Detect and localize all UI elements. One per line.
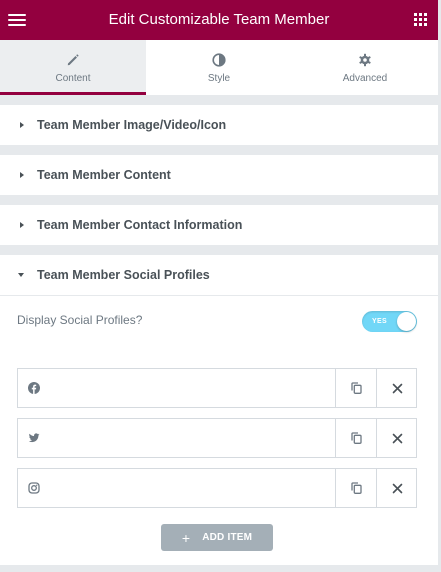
- close-icon: [392, 433, 402, 443]
- tab-style-label: Style: [207, 73, 231, 84]
- duplicate-button[interactable]: [335, 469, 376, 507]
- remove-button[interactable]: [376, 369, 417, 407]
- gear-icon: [292, 53, 438, 67]
- pencil-icon: [0, 53, 146, 67]
- social-profiles-panel: Display Social Profiles? YES + ADD ITEM: [0, 295, 438, 565]
- section-social-profiles[interactable]: Team Member Social Profiles: [0, 255, 438, 295]
- tab-content[interactable]: Content: [0, 40, 146, 95]
- remove-button[interactable]: [376, 419, 417, 457]
- panel-tabs: Content Style Advanced: [0, 40, 438, 95]
- toggle-knob: [397, 312, 416, 331]
- toggle-yes-label: YES: [372, 318, 387, 325]
- section-title: Team Member Social Profiles: [37, 268, 210, 282]
- caret-right-icon: [20, 122, 24, 128]
- half-circle-icon: [146, 53, 292, 67]
- panel-title: Edit Customizable Team Member: [108, 11, 330, 28]
- duplicate-icon: [350, 382, 362, 394]
- repeater-item-title[interactable]: [18, 469, 335, 507]
- instagram-icon: [28, 482, 40, 494]
- repeater-item-title[interactable]: [18, 419, 335, 457]
- caret-right-icon: [20, 172, 24, 178]
- section-image-video-icon[interactable]: Team Member Image/Video/Icon: [0, 105, 438, 145]
- repeater-item-instagram: [17, 468, 417, 508]
- editor-header: Edit Customizable Team Member: [0, 0, 438, 40]
- duplicate-button[interactable]: [335, 369, 376, 407]
- add-item-button[interactable]: + ADD ITEM: [161, 524, 273, 551]
- close-icon: [392, 383, 402, 393]
- duplicate-icon: [350, 432, 362, 444]
- close-icon: [392, 483, 402, 493]
- section-title: Team Member Content: [37, 168, 171, 182]
- duplicate-button[interactable]: [335, 419, 376, 457]
- section-title: Team Member Contact Information: [37, 218, 243, 232]
- facebook-icon: [28, 382, 40, 394]
- duplicate-icon: [350, 482, 362, 494]
- tab-advanced[interactable]: Advanced: [292, 40, 438, 95]
- section-contact-information[interactable]: Team Member Contact Information: [0, 205, 438, 245]
- caret-right-icon: [20, 222, 24, 228]
- plus-icon: +: [181, 529, 191, 546]
- caret-down-icon: [18, 273, 24, 277]
- display-social-profiles-label: Display Social Profiles?: [17, 313, 143, 327]
- twitter-icon: [28, 433, 40, 443]
- repeater-item-twitter: [17, 418, 417, 458]
- tab-style[interactable]: Style: [146, 40, 292, 95]
- display-social-profiles-toggle[interactable]: YES: [362, 311, 417, 332]
- grid-apps-icon[interactable]: [414, 13, 427, 26]
- tab-advanced-label: Advanced: [342, 73, 388, 84]
- add-item-label: ADD ITEM: [202, 532, 253, 543]
- tab-content-label: Content: [55, 73, 91, 84]
- section-title: Team Member Image/Video/Icon: [37, 118, 227, 132]
- repeater-item-facebook: [17, 368, 417, 408]
- repeater-item-title[interactable]: [18, 369, 335, 407]
- section-content[interactable]: Team Member Content: [0, 155, 438, 195]
- remove-button[interactable]: [376, 469, 417, 507]
